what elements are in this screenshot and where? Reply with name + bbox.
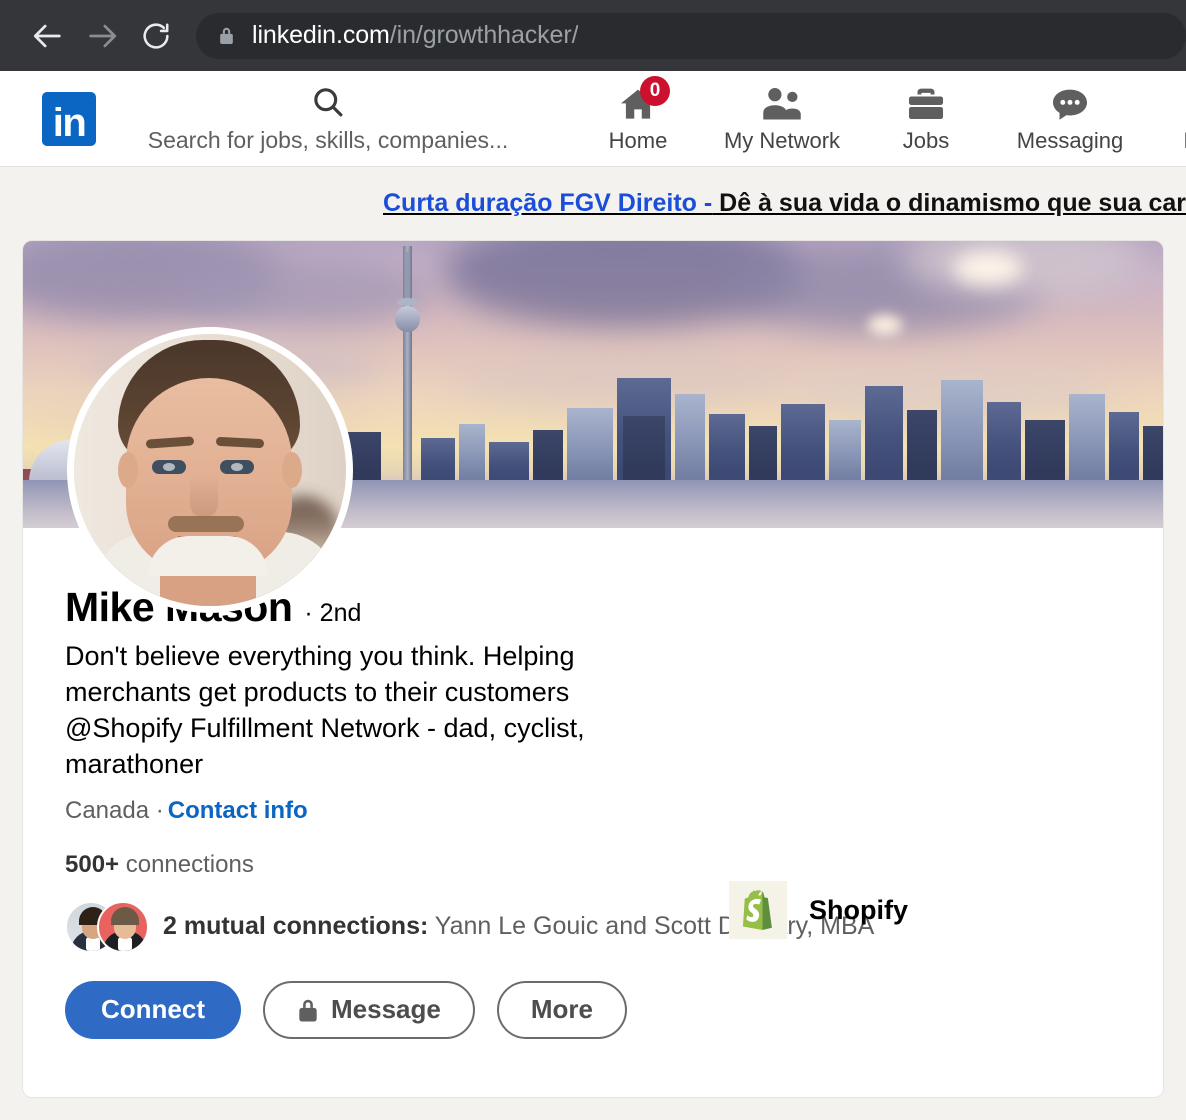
- linkedin-global-nav: in Search for jobs, skills, companies...…: [0, 71, 1186, 167]
- arrow-left-icon: [31, 19, 65, 53]
- location-text: Canada ·: [65, 797, 164, 824]
- action-buttons: Connect Message More: [65, 981, 1163, 1039]
- nav-label-home: Home: [609, 128, 668, 154]
- ad-text: Curta duração FGV Direito - Dê à sua vid…: [383, 189, 1186, 218]
- message-button[interactable]: Message: [263, 981, 475, 1039]
- shopify-bag-icon: [729, 881, 787, 939]
- lock-icon: [297, 997, 319, 1023]
- message-bubble-icon: [1050, 84, 1090, 124]
- reload-button[interactable]: [134, 14, 178, 58]
- avatar-image: [74, 334, 346, 606]
- connections-label: connections: [119, 851, 254, 878]
- connections-count[interactable]: 500+ connections: [65, 851, 1163, 879]
- search-input[interactable]: Search for jobs, skills, companies...: [138, 84, 518, 154]
- nav-label-messaging: Messaging: [1017, 128, 1123, 154]
- contact-info-link[interactable]: Contact info: [168, 797, 308, 824]
- url-path: /in/growthhacker/: [390, 21, 579, 49]
- nav-item-messaging[interactable]: Messaging: [998, 84, 1142, 154]
- mutual-avatars: [65, 901, 153, 953]
- lock-icon: [218, 26, 234, 46]
- profile-info: Mike Mason · 2nd Don't believe everythin…: [23, 528, 1163, 1098]
- avatar[interactable]: [67, 327, 353, 613]
- nav-item-notifications[interactable]: Notific: [1142, 84, 1186, 154]
- ad-banner[interactable]: Curta duração FGV Direito - Dê à sua vid…: [0, 167, 1186, 240]
- nav-items: 0 Home My Network: [566, 84, 1186, 154]
- home-notification-badge: 0: [640, 76, 670, 106]
- mutual-prefix: 2 mutual connections:: [163, 912, 428, 940]
- connections-number: 500+: [65, 851, 119, 878]
- ad-rest-text: Dê à sua vida o dinamismo que sua car: [712, 189, 1186, 217]
- url-text: linkedin.com/in/growthhacker/: [252, 21, 578, 50]
- mutual-connections-row[interactable]: 2 mutual connections: Yann Le Gouic and …: [65, 901, 1163, 953]
- search-placeholder: Search for jobs, skills, companies...: [148, 127, 508, 154]
- briefcase-icon: [906, 84, 946, 124]
- connect-button[interactable]: Connect: [65, 981, 241, 1039]
- arrow-right-icon: [85, 19, 119, 53]
- nav-item-home[interactable]: 0 Home: [566, 84, 710, 154]
- location-row: Canada ·Contact info: [65, 797, 1163, 825]
- profile-headline: Don't believe everything you think. Help…: [65, 639, 665, 783]
- nav-label-jobs: Jobs: [903, 128, 949, 154]
- back-button[interactable]: [26, 14, 70, 58]
- message-button-label: Message: [331, 994, 441, 1025]
- ad-link[interactable]: Curta duração FGV Direito -: [383, 189, 712, 217]
- mutual-avatar-2: [97, 901, 149, 953]
- forward-button[interactable]: [80, 14, 124, 58]
- reload-icon: [140, 20, 172, 52]
- linkedin-logo-icon[interactable]: in: [42, 92, 96, 146]
- profile-card: Shopify Mike Mason · 2nd Don't believe e…: [22, 240, 1164, 1098]
- home-icon: 0: [618, 84, 658, 124]
- nav-item-my-network[interactable]: My Network: [710, 84, 854, 154]
- search-icon: [310, 84, 346, 125]
- company-name: Shopify: [809, 895, 908, 926]
- url-domain: linkedin.com: [252, 21, 390, 49]
- browser-toolbar: linkedin.com/in/growthhacker/: [0, 0, 1186, 71]
- page-content: Shopify Mike Mason · 2nd Don't believe e…: [0, 240, 1186, 1098]
- address-bar[interactable]: linkedin.com/in/growthhacker/: [196, 13, 1186, 59]
- more-button[interactable]: More: [497, 981, 627, 1039]
- current-company[interactable]: Shopify: [729, 881, 908, 939]
- nav-label-my-network: My Network: [724, 128, 840, 154]
- people-icon: [761, 84, 803, 124]
- nav-item-jobs[interactable]: Jobs: [854, 84, 998, 154]
